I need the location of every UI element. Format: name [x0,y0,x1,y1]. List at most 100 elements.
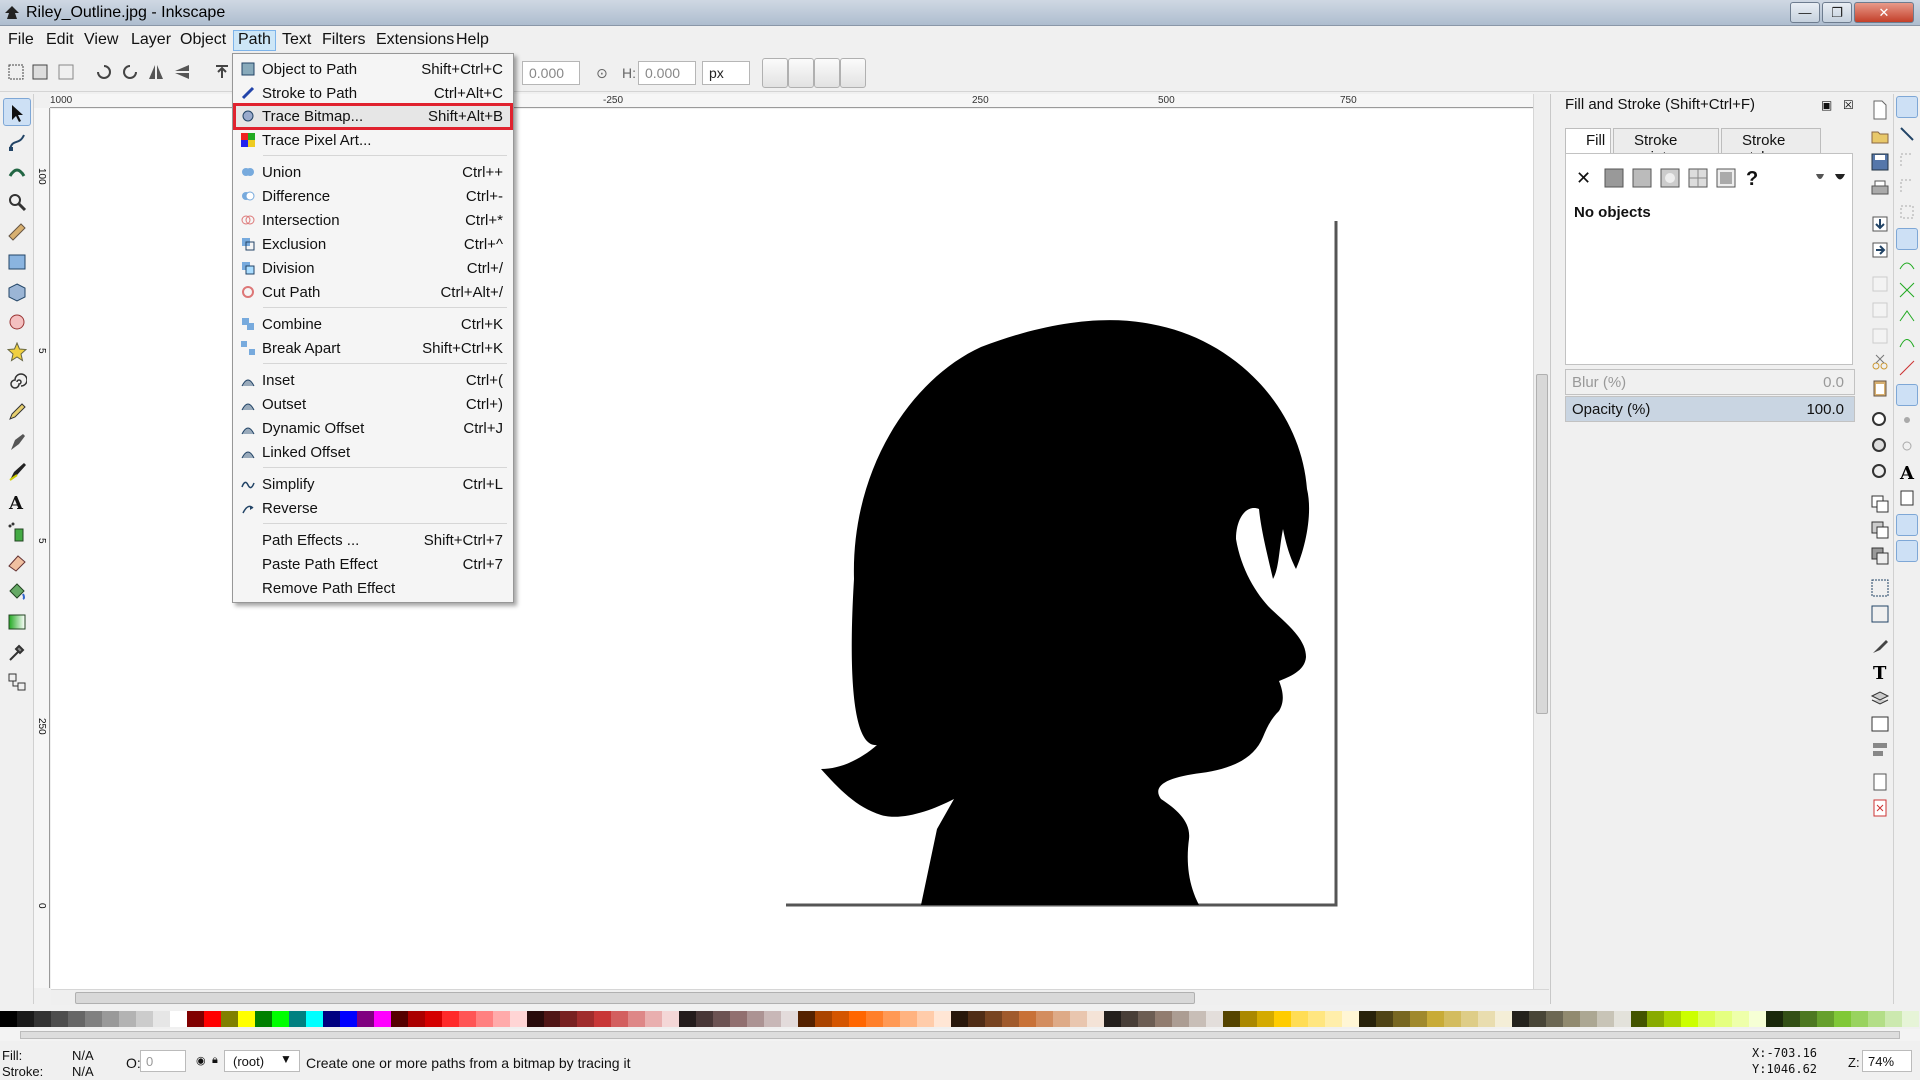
palette-swatch[interactable] [543,1011,561,1027]
snap-centers-icon[interactable] [1897,410,1917,430]
palette-swatch[interactable] [1494,1011,1512,1027]
palette-swatch[interactable] [866,1011,884,1027]
pen-tool[interactable] [3,428,31,456]
snap-smooth-nodes-icon[interactable] [1897,332,1917,352]
snap-grids-button[interactable] [1896,514,1918,536]
redo-icon[interactable] [1870,300,1890,320]
palette-swatch[interactable] [1783,1011,1801,1027]
palette-swatch[interactable] [509,1011,527,1027]
palette-swatch[interactable] [1290,1011,1308,1027]
new-document-icon[interactable] [1870,100,1890,120]
menuitem-paste-path-effect[interactable]: Paste Path Effect Ctrl+7 [235,553,511,576]
calligraphy-tool[interactable] [3,458,31,486]
transform-gradients-button[interactable] [814,58,840,88]
palette-swatch[interactable] [1647,1011,1665,1027]
open-icon[interactable] [1870,126,1890,146]
palette-swatch[interactable] [152,1011,170,1027]
palette-swatch[interactable] [1766,1011,1784,1027]
3d-box-tool[interactable] [3,278,31,306]
palette-swatch[interactable] [288,1011,306,1027]
linear-gradient-icon[interactable] [1632,168,1652,188]
palette-swatch[interactable] [1426,1011,1444,1027]
lock-icon[interactable]: 🔒︎ [212,1054,218,1067]
palette-swatch[interactable] [101,1011,119,1027]
palette-swatch[interactable] [1120,1011,1138,1027]
palette-swatch[interactable] [1579,1011,1597,1027]
unlink-clone-icon[interactable] [1870,546,1890,566]
palette-swatch[interactable] [1613,1011,1631,1027]
palette-swatch[interactable] [798,1011,816,1027]
palette-swatch[interactable] [1732,1011,1750,1027]
palette-swatch[interactable] [1154,1011,1172,1027]
text-font-icon[interactable]: T [1870,662,1890,682]
palette-scrollbar[interactable] [0,1029,1920,1041]
spray-tool[interactable] [3,518,31,546]
palette-swatch[interactable] [628,1011,646,1027]
palette-swatch[interactable] [67,1011,85,1027]
snap-bbox-icon[interactable] [1897,124,1917,144]
zoom-field[interactable]: 74% [1862,1050,1912,1072]
print-icon[interactable] [1870,178,1890,198]
palette-swatch[interactable] [390,1011,408,1027]
rotate-cw-icon[interactable] [120,62,140,82]
menuitem-path-effects[interactable]: Path Effects ... Shift+Ctrl+7 [235,529,511,552]
menuitem-union[interactable]: Union Ctrl++ [235,161,511,184]
palette-swatch[interactable] [917,1011,935,1027]
palette-swatch[interactable] [1222,1011,1240,1027]
menuitem-break-apart[interactable]: Break Apart Shift+Ctrl+K [235,337,511,360]
palette-swatch[interactable] [900,1011,918,1027]
palette-swatch[interactable] [16,1011,34,1027]
vertical-scrollbar[interactable] [1533,94,1549,989]
menuitem-inset[interactable]: Inset Ctrl+( [235,369,511,392]
palette-swatch[interactable] [594,1011,612,1027]
palette-swatch[interactable] [305,1011,323,1027]
document-properties-icon[interactable] [1870,772,1890,792]
palette-swatch[interactable] [1188,1011,1206,1027]
menuitem-dynamic-offset[interactable]: Dynamic Offset Ctrl+J [235,417,511,440]
palette-swatch[interactable] [322,1011,340,1027]
chevron-down-icon[interactable]: ▼ [280,1052,292,1066]
fill-indicator-value[interactable]: N/A [72,1048,94,1063]
transform-patterns-button[interactable] [840,58,866,88]
import-icon[interactable] [1870,214,1890,234]
connector-tool[interactable] [3,668,31,696]
color-palette[interactable] [0,1011,1920,1027]
tab-fill[interactable]: Fill [1565,128,1611,154]
horizontal-scrollbar[interactable] [51,989,1549,1005]
menu-filters[interactable]: Filters [318,30,370,51]
palette-swatch[interactable] [0,1011,17,1027]
palette-swatch[interactable] [1256,1011,1274,1027]
menu-edit[interactable]: Edit [42,30,78,51]
palette-swatch[interactable] [1596,1011,1614,1027]
palette-swatch[interactable] [679,1011,697,1027]
palette-swatch[interactable] [84,1011,102,1027]
deselect-icon[interactable] [56,62,76,82]
palette-swatch[interactable] [1477,1011,1495,1027]
palette-swatch[interactable] [849,1011,867,1027]
palette-swatch[interactable] [1087,1011,1104,1027]
palette-swatch[interactable] [1851,1011,1869,1027]
palette-swatch[interactable] [1392,1011,1410,1027]
snap-rotation-center-icon[interactable] [1897,436,1917,456]
palette-swatch[interactable] [1630,1011,1648,1027]
opacity-slider[interactable]: Opacity (%) 100.0 [1565,396,1855,422]
zoom-tool[interactable] [3,188,31,216]
rectangle-tool[interactable] [3,248,31,276]
menuitem-division[interactable]: Division Ctrl+/ [235,257,511,280]
vertical-scroll-thumb[interactable] [1536,374,1548,714]
palette-swatch[interactable] [1749,1011,1767,1027]
snap-others-button[interactable] [1896,384,1918,406]
palette-swatch[interactable] [118,1011,136,1027]
palette-swatch[interactable] [1817,1011,1835,1027]
palette-swatch[interactable] [713,1011,731,1027]
palette-swatch[interactable] [883,1011,901,1027]
palette-swatch[interactable] [1273,1011,1291,1027]
palette-swatch[interactable] [1834,1011,1852,1027]
palette-swatch[interactable] [951,1011,969,1027]
menu-help[interactable]: Help [452,30,493,51]
swatch-icon[interactable] [1716,168,1736,188]
palette-swatch[interactable] [1511,1011,1529,1027]
eye-visibility-icon[interactable]: ◉ [196,1054,206,1067]
cut-icon[interactable] [1870,352,1890,372]
paint-bucket-tool[interactable] [3,578,31,606]
